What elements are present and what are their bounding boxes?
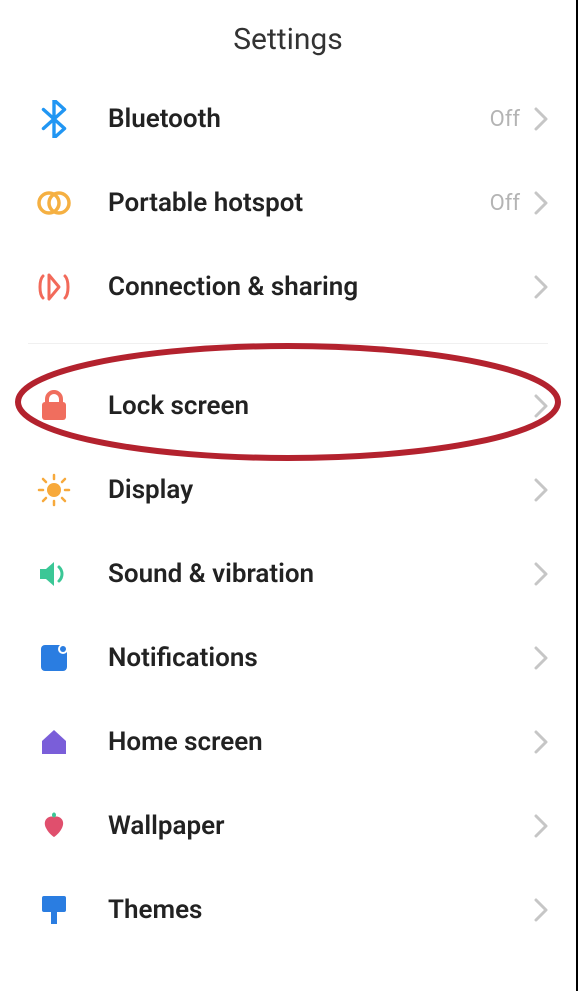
chevron-right-icon [534, 275, 548, 299]
sound-icon [34, 554, 74, 594]
chevron-right-icon [534, 730, 548, 754]
settings-item-themes[interactable]: Themes [0, 868, 576, 952]
chevron-right-icon [534, 394, 548, 418]
wallpaper-icon [34, 806, 74, 846]
chevron-right-icon [534, 898, 548, 922]
section-divider [28, 343, 548, 344]
item-label: Themes [108, 895, 534, 925]
item-label: Home screen [108, 727, 534, 757]
display-icon [34, 470, 74, 510]
chevron-right-icon [534, 107, 548, 131]
item-label: Portable hotspot [108, 188, 490, 218]
connection-sharing-icon [34, 267, 74, 307]
settings-item-bluetooth[interactable]: Bluetooth Off [0, 77, 576, 161]
item-status: Off [490, 191, 520, 216]
item-label: Display [108, 475, 534, 505]
item-label: Notifications [108, 643, 534, 673]
notifications-icon [34, 638, 74, 678]
settings-item-display[interactable]: Display [0, 448, 576, 532]
lock-icon [34, 386, 74, 426]
chevron-right-icon [534, 562, 548, 586]
settings-item-lockscreen[interactable]: Lock screen [0, 364, 576, 448]
item-label: Wallpaper [108, 811, 534, 841]
item-label: Connection & sharing [108, 272, 534, 302]
settings-item-wallpaper[interactable]: Wallpaper [0, 784, 576, 868]
home-icon [34, 722, 74, 762]
settings-item-hotspot[interactable]: Portable hotspot Off [0, 161, 576, 245]
item-label: Lock screen [108, 391, 534, 421]
page-title: Settings [0, 22, 576, 57]
settings-item-homescreen[interactable]: Home screen [0, 700, 576, 784]
item-label: Bluetooth [108, 104, 490, 134]
settings-item-connection[interactable]: Connection & sharing [0, 245, 576, 329]
chevron-right-icon [534, 191, 548, 215]
header: Settings [0, 0, 576, 77]
themes-icon [34, 890, 74, 930]
chevron-right-icon [534, 646, 548, 670]
bluetooth-icon [34, 99, 74, 139]
settings-item-sound[interactable]: Sound & vibration [0, 532, 576, 616]
settings-list: Bluetooth Off Portable hotspot Off Co [0, 77, 576, 952]
chevron-right-icon [534, 814, 548, 838]
chevron-right-icon [534, 478, 548, 502]
hotspot-icon [34, 183, 74, 223]
item-label: Sound & vibration [108, 559, 534, 589]
item-status: Off [490, 107, 520, 132]
settings-item-notifications[interactable]: Notifications [0, 616, 576, 700]
